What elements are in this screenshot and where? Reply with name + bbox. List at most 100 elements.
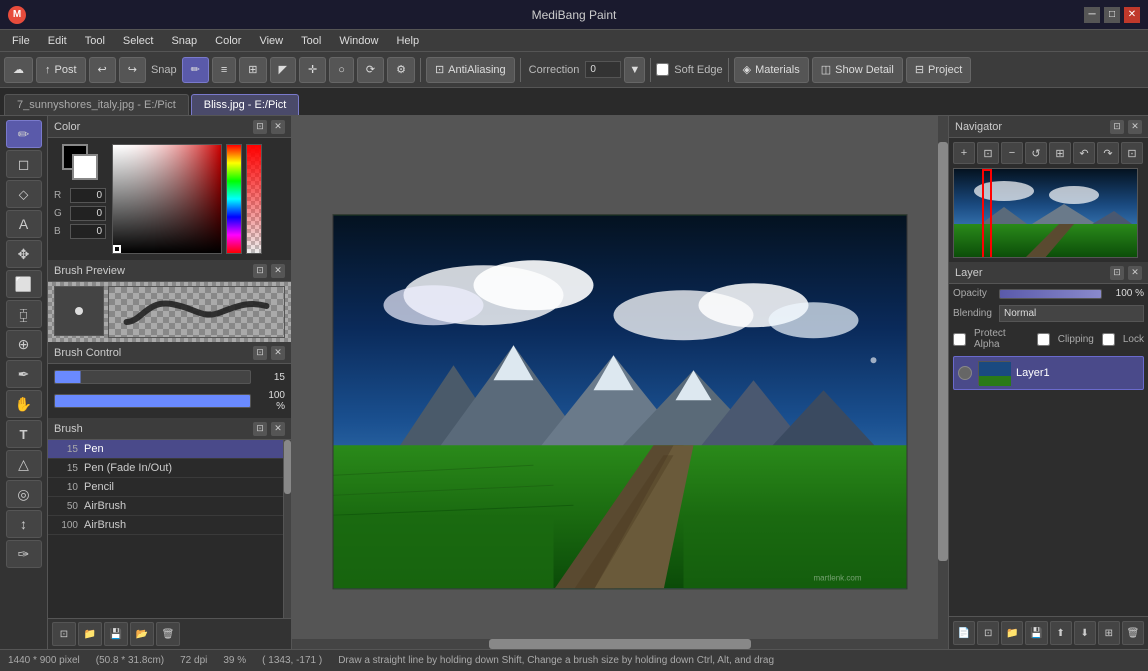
tool-T[interactable]: T — [6, 420, 42, 448]
brush-item-airbrush[interactable]: 50 AirBrush — [48, 497, 283, 516]
tool-lasso[interactable]: ⧮ — [6, 300, 42, 328]
size-slider[interactable] — [54, 370, 251, 384]
navigator-preview[interactable] — [953, 168, 1138, 258]
layer-move-down-button[interactable]: ⬇ — [1074, 621, 1096, 645]
snap-pencil-button[interactable]: ✏ — [182, 57, 209, 83]
layer-panel-close[interactable]: ✕ — [1128, 266, 1142, 280]
brush-delete-button[interactable]: 🗑 — [156, 622, 180, 646]
tool-eyedrop[interactable]: ✒ — [6, 360, 42, 388]
snap-wave-button[interactable]: ⟳ — [357, 57, 384, 83]
menu-help[interactable]: Help — [388, 33, 427, 49]
nav-flip[interactable]: ⊡ — [1121, 142, 1143, 164]
r-input[interactable] — [70, 188, 106, 203]
nav-zoom-in[interactable]: + — [953, 142, 975, 164]
snap-cross-button[interactable]: ✛ — [299, 57, 326, 83]
background-color-swatch[interactable] — [72, 154, 98, 180]
layer-add-button[interactable]: 📄 — [953, 621, 975, 645]
brush-item-airbrush2[interactable]: 100 AirBrush — [48, 516, 283, 535]
canvas-vscroll-thumb[interactable] — [938, 142, 948, 560]
close-button[interactable]: ✕ — [1124, 7, 1140, 23]
menu-edit[interactable]: Edit — [40, 33, 75, 49]
brush-folder-button[interactable]: 📁 — [78, 622, 102, 646]
post-button[interactable]: ↑ Post — [36, 57, 86, 83]
correction-input[interactable] — [585, 61, 621, 78]
canvas-hscroll-thumb[interactable] — [489, 639, 751, 649]
menu-color[interactable]: Color — [207, 33, 249, 49]
layer-delete-button[interactable]: 🗑 — [1122, 621, 1144, 645]
brush-item-pencil[interactable]: 10 Pencil — [48, 478, 283, 497]
snap-settings-button[interactable]: ⚙ — [387, 57, 415, 83]
tool-hand[interactable]: ✋ — [6, 390, 42, 418]
layer-item-1[interactable]: Layer1 — [953, 356, 1144, 390]
tool-eraser[interactable]: ◻ — [6, 150, 42, 178]
brush-control-close[interactable]: ✕ — [271, 346, 285, 360]
brush-preview-expand[interactable]: ⊡ — [253, 264, 267, 278]
menu-snap[interactable]: Snap — [163, 33, 205, 49]
snap-grid-button[interactable]: ⊞ — [239, 57, 266, 83]
snap-circle-button[interactable]: ○ — [329, 57, 354, 83]
opacity-slider[interactable] — [999, 289, 1102, 299]
brush-list-expand[interactable]: ⊡ — [253, 422, 267, 436]
tool-text[interactable]: A — [6, 210, 42, 238]
minimize-button[interactable]: ─ — [1084, 7, 1100, 23]
nav-zoom-out[interactable]: − — [1001, 142, 1023, 164]
brush-save-button[interactable]: 💾 — [104, 622, 128, 646]
b-input[interactable] — [70, 224, 106, 239]
layer-options-button[interactable]: ⊡ — [977, 621, 999, 645]
nav-rotate-cw[interactable]: ↷ — [1097, 142, 1119, 164]
brush-add-button[interactable]: ⊡ — [52, 622, 76, 646]
color-gradient-picker[interactable] — [112, 144, 222, 254]
brush-preview-close[interactable]: ✕ — [271, 264, 285, 278]
maximize-button[interactable]: □ — [1104, 7, 1120, 23]
brush-list-scrollbar[interactable] — [283, 440, 291, 618]
layer-visibility-toggle[interactable] — [958, 366, 972, 380]
canvas-image[interactable]: martlenk.com — [333, 214, 908, 589]
tab-bliss[interactable]: Bliss.jpg - E:/Pict — [191, 94, 300, 115]
correction-dropdown-button[interactable]: ▼ — [624, 57, 645, 83]
project-button[interactable]: ⊟ Project — [906, 57, 971, 83]
g-input[interactable] — [70, 206, 106, 221]
menu-window[interactable]: Window — [331, 33, 386, 49]
nav-fit[interactable]: ⊡ — [977, 142, 999, 164]
tool-pen-nib[interactable]: ✑ — [6, 540, 42, 568]
hue-strip[interactable] — [226, 144, 242, 254]
tool-shape[interactable]: △ — [6, 450, 42, 478]
tool-blend[interactable]: ◎ — [6, 480, 42, 508]
brush-item-pen[interactable]: 15 Pen — [48, 440, 283, 459]
tool-brush[interactable]: ✏ — [6, 120, 42, 148]
toolbar-cloud-button[interactable]: ☁ — [4, 57, 33, 83]
brush-open-button[interactable]: 📂 — [130, 622, 154, 646]
layer-merge-button[interactable]: ⊞ — [1098, 621, 1120, 645]
layer-move-up-button[interactable]: ⬆ — [1050, 621, 1072, 645]
layer-panel-expand[interactable]: ⊡ — [1110, 266, 1124, 280]
canvas-vscroll[interactable] — [938, 116, 948, 639]
color-panel-close[interactable]: ✕ — [271, 120, 285, 134]
snap-lines-button[interactable]: ≡ — [212, 57, 236, 83]
brush-control-expand[interactable]: ⊡ — [253, 346, 267, 360]
navigator-expand[interactable]: ⊡ — [1110, 120, 1124, 134]
opacity-slider[interactable] — [54, 394, 251, 408]
antialiasing-button[interactable]: ⊡ AntiAliasing — [426, 57, 515, 83]
clipping-checkbox[interactable] — [1037, 333, 1050, 346]
blending-select[interactable]: Normal Multiply Screen Overlay — [999, 305, 1144, 322]
brush-list-close[interactable]: ✕ — [271, 422, 285, 436]
materials-button[interactable]: ◈ Materials — [734, 57, 809, 83]
show-detail-button[interactable]: ◫ Show Detail — [812, 57, 903, 83]
lock-checkbox[interactable] — [1102, 333, 1115, 346]
tab-sunnyshores[interactable]: 7_sunnyshores_italy.jpg - E:/Pict — [4, 94, 189, 115]
brush-item-pen-fade[interactable]: 15 Pen (Fade In/Out) — [48, 459, 283, 478]
color-panel-expand[interactable]: ⊡ — [253, 120, 267, 134]
layer-save-button[interactable]: 💾 — [1025, 621, 1047, 645]
nav-fit-h[interactable]: ⊞ — [1049, 142, 1071, 164]
menu-tool[interactable]: Tool — [77, 33, 113, 49]
menu-view[interactable]: View — [251, 33, 291, 49]
tool-select-rect[interactable]: ⬜ — [6, 270, 42, 298]
snap-angle-button[interactable]: ◤ — [270, 57, 296, 83]
menu-file[interactable]: File — [4, 33, 38, 49]
menu-tool2[interactable]: Tool — [293, 33, 329, 49]
soft-edge-checkbox[interactable] — [656, 63, 669, 76]
undo-button[interactable]: ↩ — [89, 57, 116, 83]
nav-rotate-ccw[interactable]: ↶ — [1073, 142, 1095, 164]
nav-reset[interactable]: ↺ — [1025, 142, 1047, 164]
layer-folder-button[interactable]: 📁 — [1001, 621, 1023, 645]
